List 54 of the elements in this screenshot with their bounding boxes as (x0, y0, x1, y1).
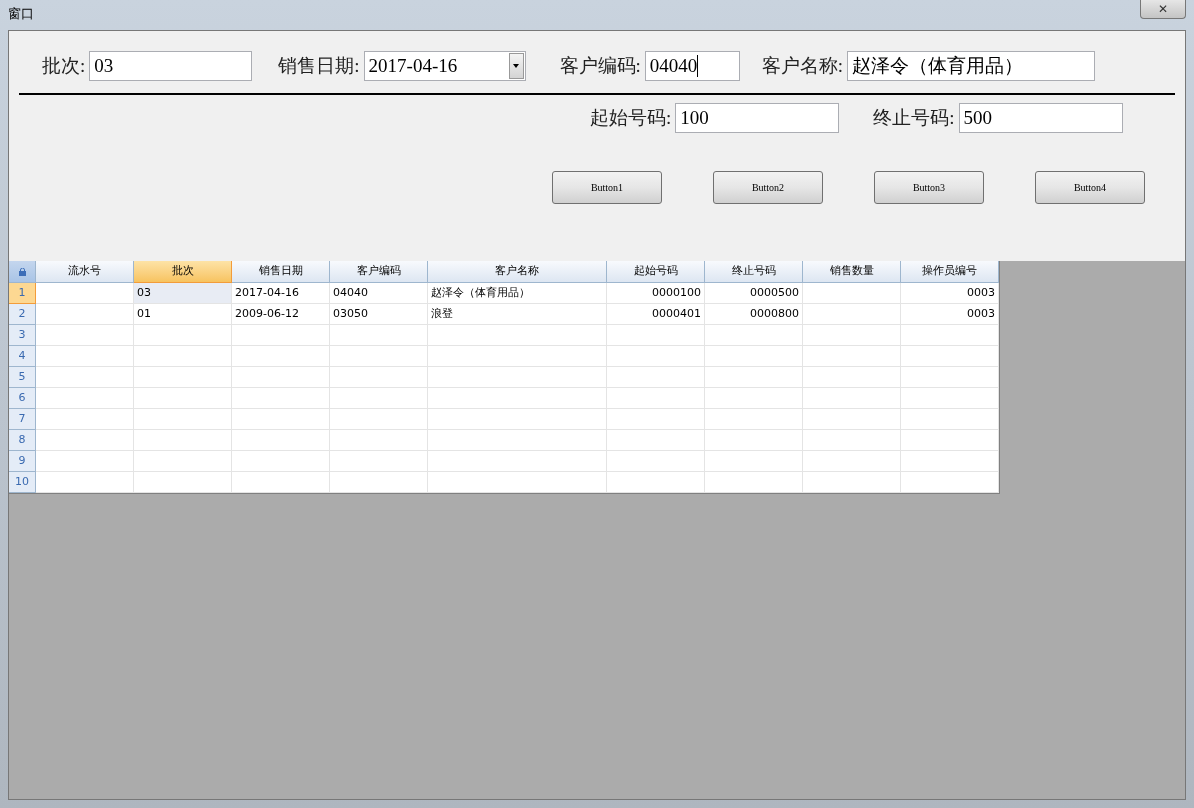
input-field[interactable]: 500 (958, 103, 1123, 133)
row-header[interactable]: 2 (9, 304, 36, 325)
column-header[interactable]: 客户名称 (428, 261, 607, 283)
table-cell: 0000100 (607, 283, 705, 304)
lock-icon (18, 267, 26, 276)
input-field[interactable]: 100 (675, 103, 840, 133)
field-label: 批次: (42, 53, 86, 78)
row-header[interactable]: 10 (9, 472, 36, 493)
field-label: 客户编码: (559, 53, 641, 78)
column-header[interactable]: 批次 (134, 261, 232, 283)
column-header[interactable]: 销售日期 (232, 261, 330, 283)
form-button[interactable]: Button3 (874, 171, 984, 204)
row-header[interactable]: 1 (9, 283, 36, 304)
table-cell: 03050 (330, 304, 428, 325)
row-header[interactable]: 8 (9, 430, 36, 451)
table-cell: 0003 (901, 283, 999, 304)
column-header[interactable]: 销售数量 (803, 261, 901, 283)
column-header[interactable]: 流水号 (36, 261, 134, 283)
table-cell: 0003 (901, 304, 999, 325)
table-cell: 01 (134, 304, 232, 325)
form-button[interactable]: Button1 (552, 171, 662, 204)
form-button[interactable]: Button2 (713, 171, 823, 204)
row-header[interactable]: 3 (9, 325, 36, 346)
row-header[interactable]: 5 (9, 367, 36, 388)
close-button[interactable]: ✕ (1140, 0, 1186, 19)
table-cell: 03 (134, 283, 232, 304)
field-label: 客户名称: (761, 53, 844, 78)
table-cell: 浪登 (428, 304, 607, 325)
row-header[interactable]: 9 (9, 451, 36, 472)
column-header[interactable]: 起始号码 (607, 261, 705, 283)
column-header[interactable]: 操作员编号 (901, 261, 999, 283)
table-cell: 赵泽令（体育用品） (428, 283, 607, 304)
table-cell: 2009-06-12 (232, 304, 330, 325)
column-header[interactable]: 终止号码 (705, 261, 803, 283)
table-cell: 04040 (330, 283, 428, 304)
input-field[interactable]: 赵泽令（体育用品） (847, 51, 1096, 81)
form-button[interactable]: Button4 (1035, 171, 1145, 204)
column-header[interactable]: 客户编码 (330, 261, 428, 283)
row-header[interactable]: 6 (9, 388, 36, 409)
input-field[interactable]: 04040 (644, 51, 740, 81)
field-label: 起始号码: (590, 105, 672, 130)
row-header[interactable]: 4 (9, 346, 36, 367)
table-cell: 2017-04-16 (232, 283, 330, 304)
grid-corner[interactable] (9, 261, 36, 283)
table-cell: 0000800 (705, 304, 803, 325)
field-label: 终止号码: (873, 105, 955, 130)
row-header[interactable]: 7 (9, 409, 36, 430)
window-title: 窗口 (8, 7, 34, 20)
date-dropdown[interactable]: 2017-04-16 (363, 51, 526, 81)
input-field[interactable]: 03 (89, 51, 253, 81)
caret-icon (508, 53, 524, 79)
table-cell: 0000401 (607, 304, 705, 325)
table-cell: 0000500 (705, 283, 803, 304)
field-label: 销售日期: (278, 53, 360, 78)
